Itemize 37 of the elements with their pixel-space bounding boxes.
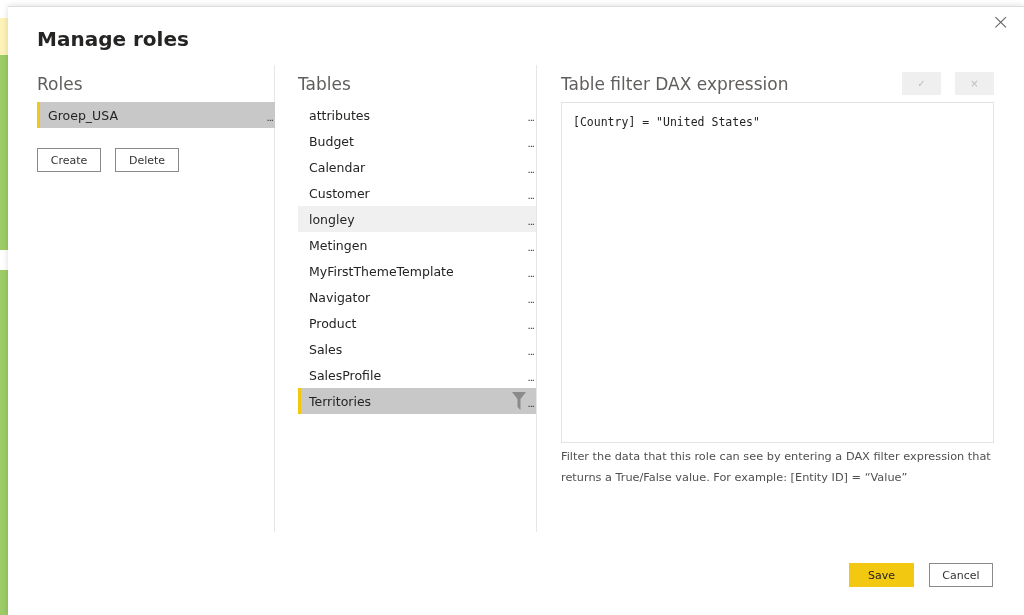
table-item[interactable]: longley ... bbox=[298, 206, 536, 232]
cancel-button[interactable]: Cancel bbox=[929, 563, 993, 587]
more-options-button[interactable]: ... bbox=[527, 133, 534, 149]
roles-heading: Roles bbox=[37, 72, 84, 96]
dax-heading: Table filter DAX expression bbox=[561, 72, 790, 96]
more-options-button[interactable]: ... bbox=[527, 107, 534, 123]
table-item[interactable]: Customer ... bbox=[298, 180, 536, 206]
table-item[interactable]: SalesProfile ... bbox=[298, 362, 536, 388]
table-item[interactable]: Calendar ... bbox=[298, 154, 536, 180]
more-options-button[interactable]: ... bbox=[527, 237, 534, 253]
tables-heading: Tables bbox=[298, 72, 352, 96]
more-options-button[interactable]: ... bbox=[527, 159, 534, 175]
close-button[interactable]: × bbox=[987, 9, 1014, 34]
table-item[interactable]: Navigator ... bbox=[298, 284, 536, 310]
more-options-button[interactable]: ... bbox=[527, 211, 534, 227]
more-options-button[interactable]: ... bbox=[527, 185, 534, 201]
more-options-button[interactable]: ... bbox=[527, 341, 534, 357]
table-item[interactable]: MyFirstThemeTemplate ... bbox=[298, 258, 536, 284]
table-item[interactable]: Metingen ... bbox=[298, 232, 536, 258]
table-item[interactable]: Product ... bbox=[298, 310, 536, 336]
table-item[interactable]: Sales ... bbox=[298, 336, 536, 362]
dax-expression-editor[interactable]: [Country] = "United States" bbox=[561, 102, 994, 443]
more-options-button[interactable]: ... bbox=[527, 289, 534, 305]
table-item[interactable]: Territories ... bbox=[298, 388, 536, 414]
table-item[interactable]: attributes ... bbox=[298, 102, 536, 128]
more-options-button[interactable]: ... bbox=[266, 107, 273, 123]
help-text: Filter the data that this role can see by entering a DAX filter expression that returns a True/False value. For example: [Entity ID] = “Value” bbox=[561, 449, 992, 486]
more-options-button[interactable]: ... bbox=[527, 367, 534, 383]
delete-button[interactable]: Delete bbox=[115, 148, 179, 172]
more-options-button[interactable]: ... bbox=[527, 263, 534, 279]
more-options-button[interactable]: ... bbox=[527, 393, 534, 409]
role-item[interactable]: Groep_USA ... bbox=[37, 102, 275, 128]
more-options-button[interactable]: ... bbox=[527, 315, 534, 331]
dialog-title: Manage roles bbox=[37, 27, 190, 53]
create-button[interactable]: Create bbox=[37, 148, 101, 172]
save-button[interactable]: Save bbox=[849, 563, 914, 587]
table-item[interactable]: Budget ... bbox=[298, 128, 536, 154]
